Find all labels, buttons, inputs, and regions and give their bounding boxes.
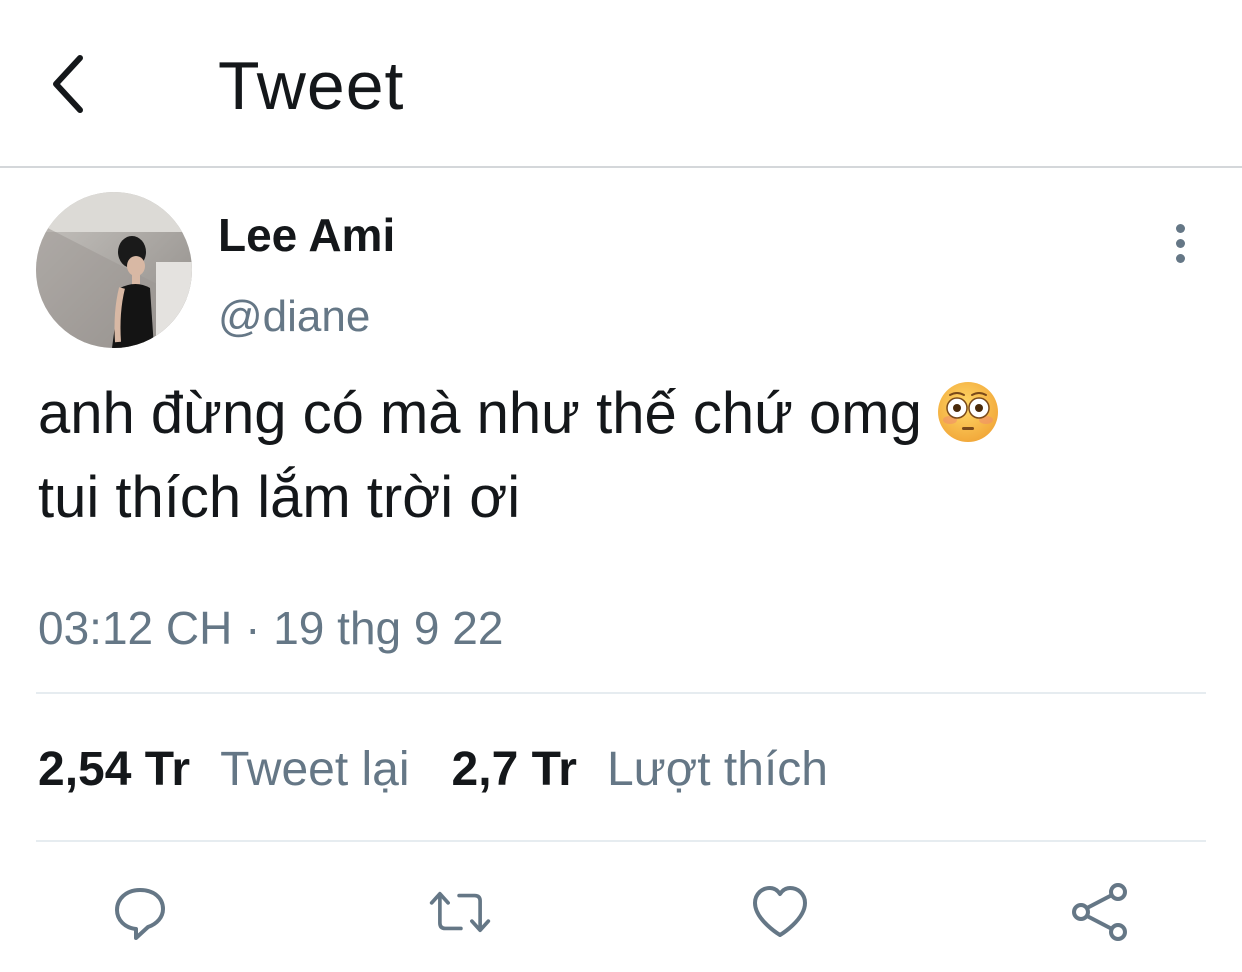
author-handle[interactable]: @diane [218, 290, 370, 344]
comment-icon [115, 888, 165, 940]
like-button[interactable] [748, 880, 812, 944]
tweet-text-line: tui thích lắm trời ơi [38, 465, 521, 530]
tweet-text: anh đừng có mà như thế chứ omg tui thích… [38, 372, 1208, 540]
more-vertical-icon [1175, 223, 1185, 233]
retweet-icon [429, 891, 491, 933]
tweet-timestamp[interactable]: 03:12 CH · 19 thg 9 22 [38, 598, 503, 658]
divider [36, 692, 1206, 694]
likes-count[interactable]: 2,7 Tr [452, 738, 577, 802]
avatar[interactable] [36, 192, 192, 348]
tweet-text-line: anh đừng có mà như thế chứ omg [38, 372, 1208, 456]
heart-icon [753, 886, 807, 937]
page-title: Tweet [218, 48, 405, 124]
retweet-button[interactable] [428, 880, 492, 944]
retweets-label[interactable]: Tweet lại [220, 738, 409, 802]
retweets-count[interactable]: 2,54 Tr [38, 738, 190, 802]
top-bar: Tweet [0, 0, 1242, 168]
reply-button[interactable] [108, 880, 172, 944]
likes-label[interactable]: Lượt thích [607, 738, 828, 802]
share-icon [1072, 883, 1127, 941]
engagement-stats: 2,54 Tr Tweet lại 2,7 Tr Lượt thích [38, 738, 828, 802]
more-options-button[interactable] [1160, 218, 1200, 268]
share-button[interactable] [1068, 880, 1132, 944]
back-button[interactable] [36, 44, 100, 124]
author-display-name[interactable]: Lee Ami [218, 208, 395, 262]
divider [36, 840, 1206, 842]
flushed-face-emoji-icon [936, 380, 1000, 444]
chevron-left-icon [53, 55, 83, 113]
